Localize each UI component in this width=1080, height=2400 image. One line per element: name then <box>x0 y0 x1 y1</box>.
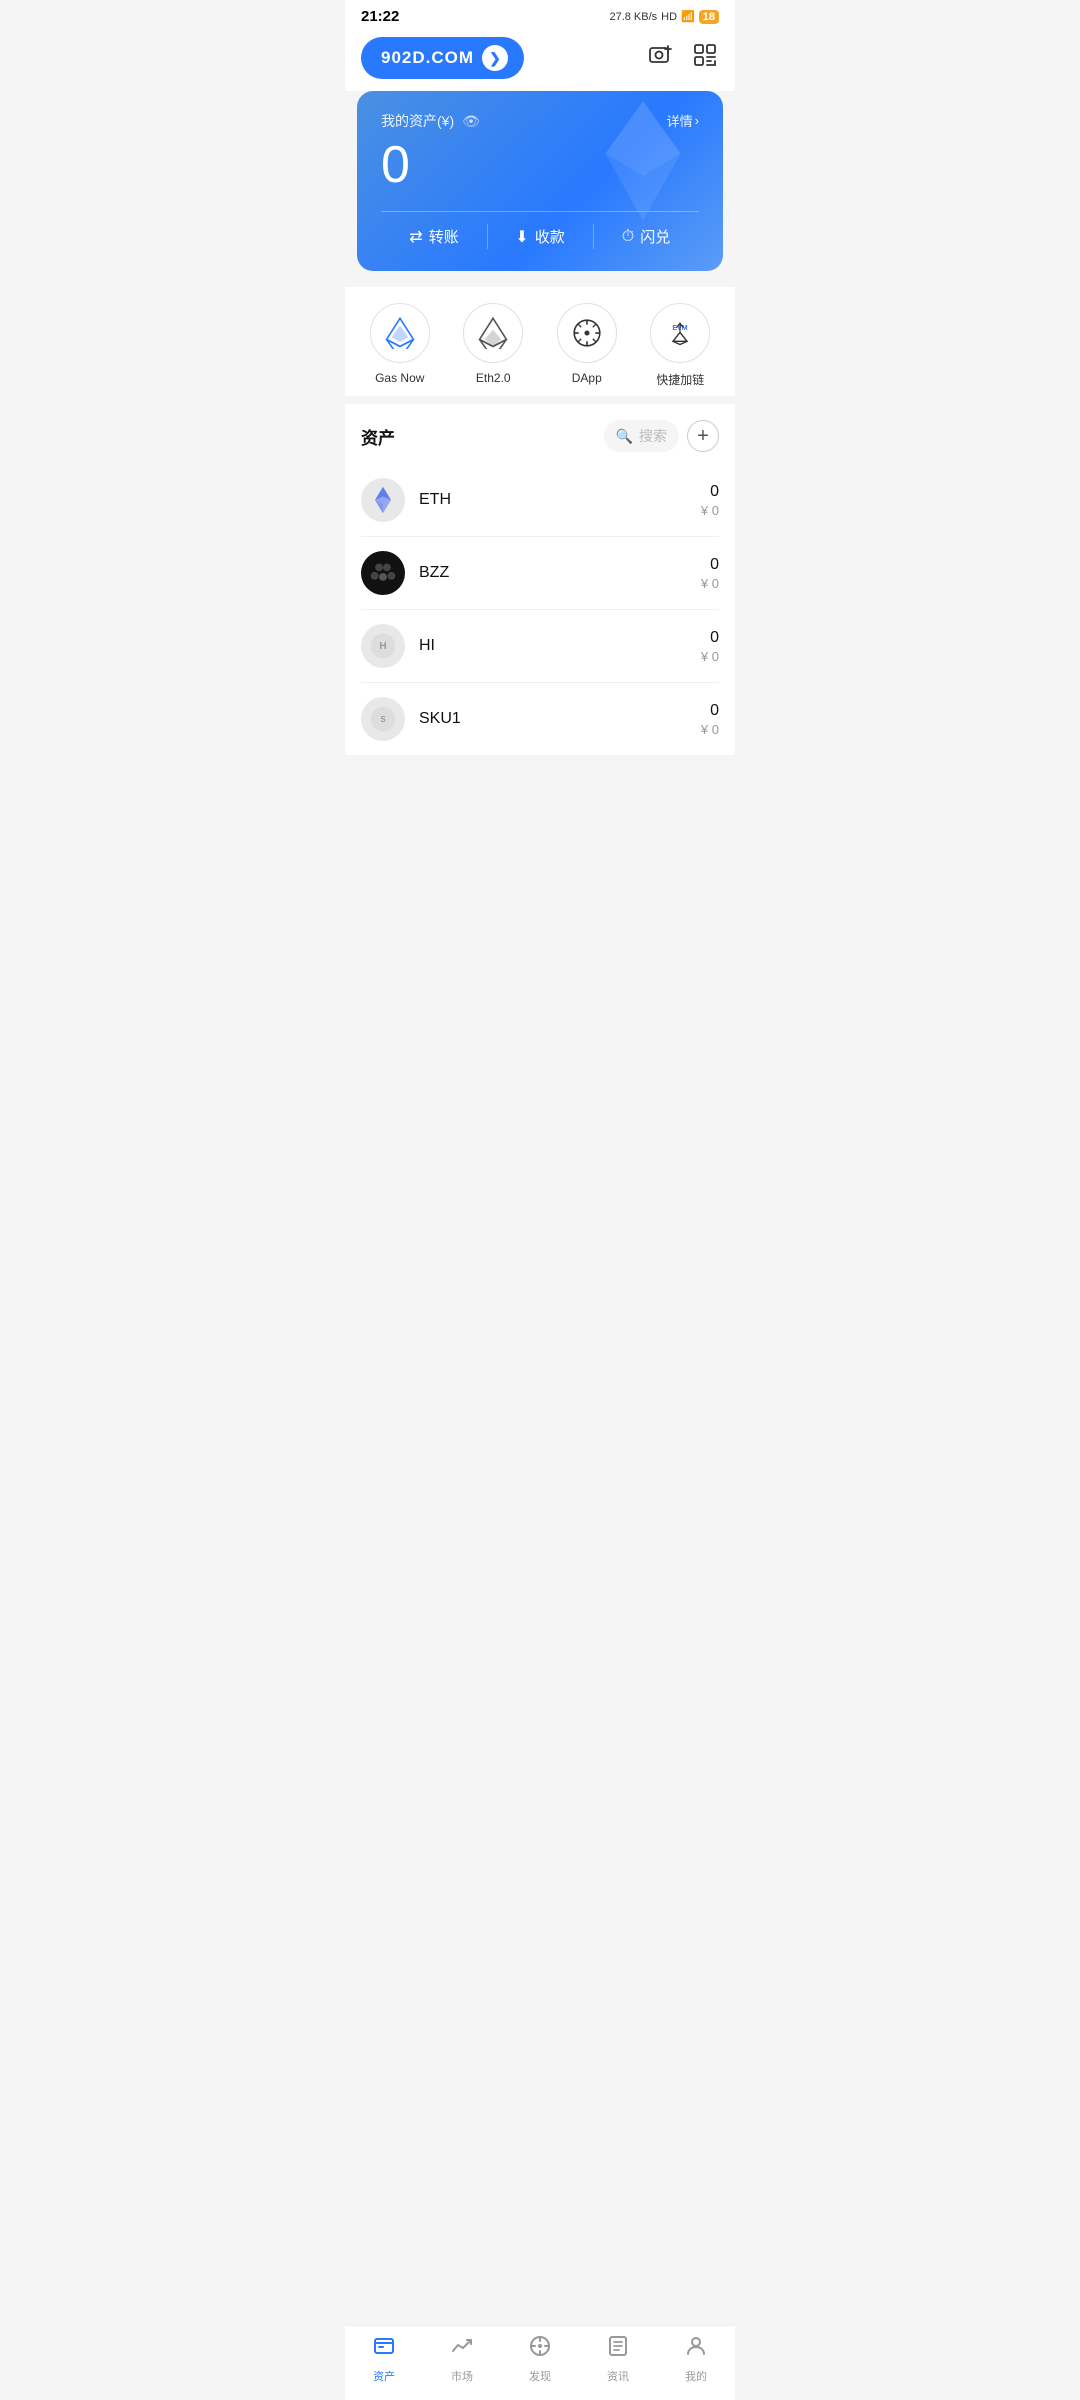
bzz-fiat: ¥ 0 <box>701 576 719 591</box>
brand-name: 902D.COM <box>381 48 474 68</box>
sku1-amount: 0 <box>701 702 719 720</box>
assets-section: 资产 🔍 搜索 + ETH 0 ¥ 0 <box>345 404 735 755</box>
sku1-name: SKU1 <box>419 710 701 728</box>
status-time: 21:22 <box>361 8 399 25</box>
gas-now-label: Gas Now <box>375 371 424 385</box>
asset-label: 我的资产(¥) 👁 <box>381 111 480 131</box>
gas-now-circle <box>370 303 430 363</box>
hi-name: HI <box>419 637 701 655</box>
nav-discover-label: 发现 <box>529 2368 551 2384</box>
header-icons <box>647 41 719 76</box>
network-speed: 27.8 KB/s <box>609 11 657 23</box>
hd-badge: HD <box>661 11 677 23</box>
search-bar: 🔍 搜索 + <box>604 420 719 452</box>
quick-item-dapp[interactable]: DApp <box>557 303 617 388</box>
battery-level: 18 <box>699 10 719 24</box>
nav-market[interactable]: 市场 <box>423 2334 501 2384</box>
add-wallet-icon[interactable] <box>647 41 675 76</box>
assets-header: 资产 🔍 搜索 + <box>361 404 719 464</box>
nav-news-icon <box>606 2334 630 2364</box>
eth2-label: Eth2.0 <box>476 371 511 385</box>
sku1-values: 0 ¥ 0 <box>701 702 719 737</box>
hi-amount: 0 <box>701 629 719 647</box>
hi-icon: H <box>361 624 405 668</box>
nav-news[interactable]: 资讯 <box>579 2334 657 2384</box>
quick-item-gas-now[interactable]: Gas Now <box>370 303 430 388</box>
eth-amount: 0 <box>701 483 719 501</box>
scan-icon[interactable] <box>691 41 719 76</box>
nav-profile-icon <box>684 2334 708 2364</box>
nav-assets-icon <box>372 2334 396 2364</box>
add-chain-label: 快捷加链 <box>656 371 704 388</box>
brand-arrow-icon: ❯ <box>482 45 508 71</box>
status-icons: 27.8 KB/s HD 📶 18 <box>609 10 719 24</box>
sku1-fiat: ¥ 0 <box>701 722 719 737</box>
asset-card: 我的资产(¥) 👁 详情 › 0 ⇄ 转账 ⬇ 收款 ⏱ 闪兑 <box>357 91 723 271</box>
brand-pill[interactable]: 902D.COM ❯ <box>361 37 524 79</box>
sku1-icon: S <box>361 697 405 741</box>
eth-watermark <box>583 101 703 226</box>
nav-assets[interactable]: 资产 <box>345 2334 423 2384</box>
nav-market-icon <box>450 2334 474 2364</box>
transfer-button[interactable]: ⇄ 转账 <box>381 212 487 261</box>
add-asset-button[interactable]: + <box>687 420 719 452</box>
search-placeholder: 搜索 <box>639 426 667 446</box>
nav-market-label: 市场 <box>451 2368 473 2384</box>
quick-item-add-chain[interactable]: EVM 快捷加链 <box>650 303 710 388</box>
search-input-wrap[interactable]: 🔍 搜索 <box>604 420 679 452</box>
bzz-values: 0 ¥ 0 <box>701 556 719 591</box>
quick-item-eth2[interactable]: Eth2.0 <box>463 303 523 388</box>
swap-icon: ⏱ <box>622 228 634 246</box>
dapp-circle <box>557 303 617 363</box>
asset-row-eth[interactable]: ETH 0 ¥ 0 <box>361 464 719 537</box>
nav-profile[interactable]: 我的 <box>657 2334 735 2384</box>
svg-text:S: S <box>380 715 385 724</box>
asset-list: ETH 0 ¥ 0 BZZ 0 ¥ 0 <box>361 464 719 755</box>
eye-icon[interactable]: 👁 <box>462 113 480 130</box>
receive-button[interactable]: ⬇ 收款 <box>487 212 593 261</box>
eth-icon <box>361 478 405 522</box>
nav-assets-label: 资产 <box>373 2368 395 2384</box>
header: 902D.COM ❯ <box>345 29 735 91</box>
dapp-label: DApp <box>572 371 602 385</box>
asset-row-sku1[interactable]: S SKU1 0 ¥ 0 <box>361 683 719 755</box>
assets-title: 资产 <box>361 424 395 449</box>
eth2-circle <box>463 303 523 363</box>
signal-icon: 📶 <box>681 10 695 23</box>
svg-text:H: H <box>379 641 386 652</box>
swap-button[interactable]: ⏱ 闪兑 <box>593 212 699 261</box>
quick-icons: Gas Now Eth2.0 <box>345 287 735 396</box>
bzz-name: BZZ <box>419 564 701 582</box>
nav-profile-label: 我的 <box>685 2368 707 2384</box>
eth-fiat: ¥ 0 <box>701 503 719 518</box>
nav-news-label: 资讯 <box>607 2368 629 2384</box>
nav-discover[interactable]: 发现 <box>501 2334 579 2384</box>
action-row: ⇄ 转账 ⬇ 收款 ⏱ 闪兑 <box>381 211 699 261</box>
status-bar: 21:22 27.8 KB/s HD 📶 18 <box>345 0 735 29</box>
add-chain-circle: EVM <box>650 303 710 363</box>
eth-values: 0 ¥ 0 <box>701 483 719 518</box>
hi-values: 0 ¥ 0 <box>701 629 719 664</box>
asset-row-hi[interactable]: H HI 0 ¥ 0 <box>361 610 719 683</box>
bottom-nav: 资产 市场 发现 <box>345 2325 735 2400</box>
search-icon: 🔍 <box>616 428 633 445</box>
receive-icon: ⬇ <box>515 227 528 247</box>
transfer-icon: ⇄ <box>409 227 422 247</box>
eth-name: ETH <box>419 491 701 509</box>
asset-row-bzz[interactable]: BZZ 0 ¥ 0 <box>361 537 719 610</box>
bzz-icon <box>361 551 405 595</box>
nav-discover-icon <box>528 2334 552 2364</box>
hi-fiat: ¥ 0 <box>701 649 719 664</box>
bzz-amount: 0 <box>701 556 719 574</box>
